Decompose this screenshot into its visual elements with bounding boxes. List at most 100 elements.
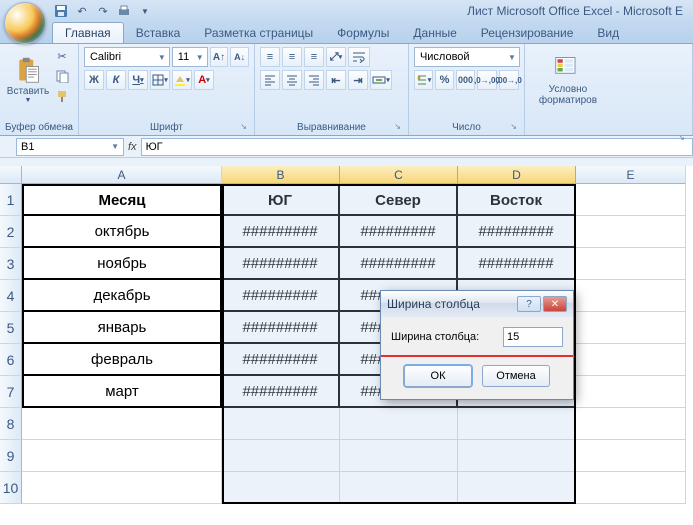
column-header-E[interactable]: E	[576, 166, 686, 184]
qat-dropdown-icon[interactable]: ▼	[136, 2, 154, 20]
cell[interactable]: #########	[222, 312, 340, 344]
column-header-A[interactable]: A	[22, 166, 222, 184]
percent-format-icon[interactable]: %	[435, 70, 454, 90]
cell[interactable]	[458, 472, 576, 504]
row-header[interactable]: 2	[0, 216, 22, 248]
merge-cells-icon[interactable]: ▾	[370, 70, 392, 90]
decrease-indent-icon[interactable]: ⇤	[326, 70, 346, 90]
cell[interactable]	[222, 472, 340, 504]
undo-icon[interactable]: ↶	[73, 2, 91, 20]
cell[interactable]	[458, 408, 576, 440]
cancel-button[interactable]: Отмена	[482, 365, 550, 387]
orientation-icon[interactable]: ⤢▾	[326, 47, 346, 67]
italic-button[interactable]: К	[106, 70, 126, 90]
cell[interactable]: декабрь	[22, 280, 222, 312]
cell[interactable]	[222, 440, 340, 472]
row-header[interactable]: 10	[0, 472, 22, 504]
ok-button[interactable]: ОК	[404, 365, 472, 387]
fx-icon[interactable]: fx	[128, 141, 137, 153]
row-header[interactable]: 9	[0, 440, 22, 472]
row-header[interactable]: 8	[0, 408, 22, 440]
tab-home[interactable]: Главная	[52, 22, 124, 43]
align-top-icon[interactable]: ≡	[260, 47, 280, 67]
column-header-B[interactable]: B	[222, 166, 340, 184]
tab-data[interactable]: Данные	[401, 23, 468, 43]
paste-button[interactable]: Вставить ▼	[5, 47, 51, 113]
cell[interactable]	[222, 408, 340, 440]
cell[interactable]: #########	[458, 248, 576, 280]
increase-decimal-icon[interactable]: ,0→,00	[477, 70, 497, 90]
cell[interactable]: #########	[340, 248, 458, 280]
cell[interactable]	[576, 280, 686, 312]
font-name-combo[interactable]: Calibri▼	[84, 47, 170, 67]
column-header-D[interactable]: D	[458, 166, 576, 184]
cell[interactable]	[22, 408, 222, 440]
cell[interactable]: октябрь	[22, 216, 222, 248]
font-size-combo[interactable]: 11▼	[172, 47, 208, 67]
cell[interactable]: Север	[340, 184, 458, 216]
dialog-title-bar[interactable]: Ширина столбца ? ✕	[381, 291, 573, 317]
border-button[interactable]: ▾	[150, 70, 170, 90]
cell[interactable]	[576, 472, 686, 504]
column-header-C[interactable]: C	[340, 166, 458, 184]
cell[interactable]	[340, 408, 458, 440]
column-width-input[interactable]	[503, 327, 563, 347]
row-header[interactable]: 3	[0, 248, 22, 280]
cell[interactable]	[576, 344, 686, 376]
accounting-format-icon[interactable]: ▾	[414, 70, 433, 90]
cell[interactable]: ноябрь	[22, 248, 222, 280]
format-painter-icon[interactable]	[53, 87, 71, 105]
cell[interactable]	[576, 248, 686, 280]
redo-icon[interactable]: ↷	[94, 2, 112, 20]
dialog-close-button[interactable]: ✕	[543, 296, 567, 312]
align-bottom-icon[interactable]: ≡	[304, 47, 324, 67]
row-header[interactable]: 1	[0, 184, 22, 216]
align-left-icon[interactable]	[260, 70, 280, 90]
cell[interactable]	[340, 440, 458, 472]
cell[interactable]: февраль	[22, 344, 222, 376]
row-header[interactable]: 5	[0, 312, 22, 344]
tab-review[interactable]: Рецензирование	[469, 23, 586, 43]
name-box[interactable]: B1▼	[16, 138, 124, 156]
row-header[interactable]: 6	[0, 344, 22, 376]
align-right-icon[interactable]	[304, 70, 324, 90]
cell[interactable]: #########	[222, 376, 340, 408]
cell[interactable]: январь	[22, 312, 222, 344]
cell[interactable]: #########	[222, 344, 340, 376]
cell[interactable]: #########	[340, 216, 458, 248]
cell[interactable]	[576, 216, 686, 248]
cell[interactable]: #########	[222, 248, 340, 280]
conditional-formatting-button[interactable]: Условно форматиров	[530, 47, 606, 113]
comma-format-icon[interactable]: 000	[456, 70, 475, 90]
office-button[interactable]	[4, 2, 46, 44]
bold-button[interactable]: Ж	[84, 70, 104, 90]
grow-font-icon[interactable]: A↑	[210, 47, 229, 67]
cell[interactable]	[576, 376, 686, 408]
align-center-icon[interactable]	[282, 70, 302, 90]
print-icon[interactable]	[115, 2, 133, 20]
cell[interactable]	[22, 440, 222, 472]
copy-icon[interactable]	[53, 67, 71, 85]
cell[interactable]	[22, 472, 222, 504]
number-format-combo[interactable]: Числовой▼	[414, 47, 520, 67]
decrease-decimal-icon[interactable]: ,00→,0	[499, 70, 519, 90]
cell[interactable]: Месяц	[22, 184, 222, 216]
cell[interactable]	[576, 312, 686, 344]
shrink-font-icon[interactable]: A↓	[230, 47, 249, 67]
cell[interactable]: #########	[458, 216, 576, 248]
wrap-text-icon[interactable]	[348, 47, 370, 67]
cell[interactable]	[576, 440, 686, 472]
cell[interactable]	[458, 440, 576, 472]
cell[interactable]	[340, 472, 458, 504]
tab-formulas[interactable]: Формулы	[325, 23, 401, 43]
cell[interactable]: Восток	[458, 184, 576, 216]
tab-view[interactable]: Вид	[585, 23, 631, 43]
cell[interactable]: #########	[222, 216, 340, 248]
select-all-button[interactable]	[0, 166, 22, 184]
tab-insert[interactable]: Вставка	[124, 23, 193, 43]
fill-color-button[interactable]: ▾	[172, 70, 192, 90]
cell[interactable]: ЮГ	[222, 184, 340, 216]
underline-button[interactable]: Ч▾	[128, 70, 148, 90]
cell[interactable]	[576, 184, 686, 216]
font-color-button[interactable]: A▾	[194, 70, 214, 90]
